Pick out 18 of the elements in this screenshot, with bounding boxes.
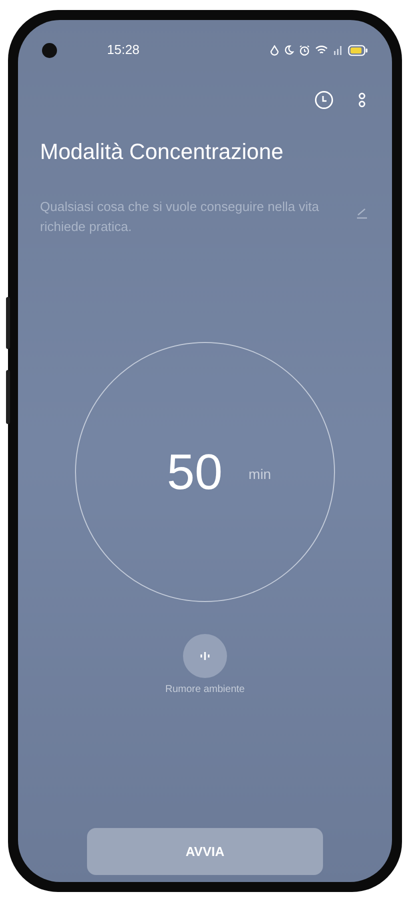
status-time: 15:28 [107,41,140,60]
signal-icon [333,45,343,55]
battery-icon [348,44,368,56]
alarm-clock-icon [299,44,310,56]
droplet-icon [270,44,279,56]
moon-icon [284,45,294,55]
timer-dial[interactable]: 50 min [75,342,335,602]
page-title: Modalità Concentrazione [39,138,284,166]
ambient-sound-label: Rumore ambiente [165,683,245,697]
start-button[interactable]: AVVIA [87,828,323,875]
motivational-quote: Qualsiasi cosa che si vuole conseguire nella vita richiede pratica. [40,198,320,236]
history-clock-icon[interactable] [314,90,334,110]
sound-wave-icon [200,652,210,660]
camera-hole [42,42,57,58]
more-options-icon[interactable] [358,92,366,108]
wifi-icon [315,45,328,55]
timer-unit: min [248,464,272,484]
timer-minutes: 50 [166,444,223,500]
